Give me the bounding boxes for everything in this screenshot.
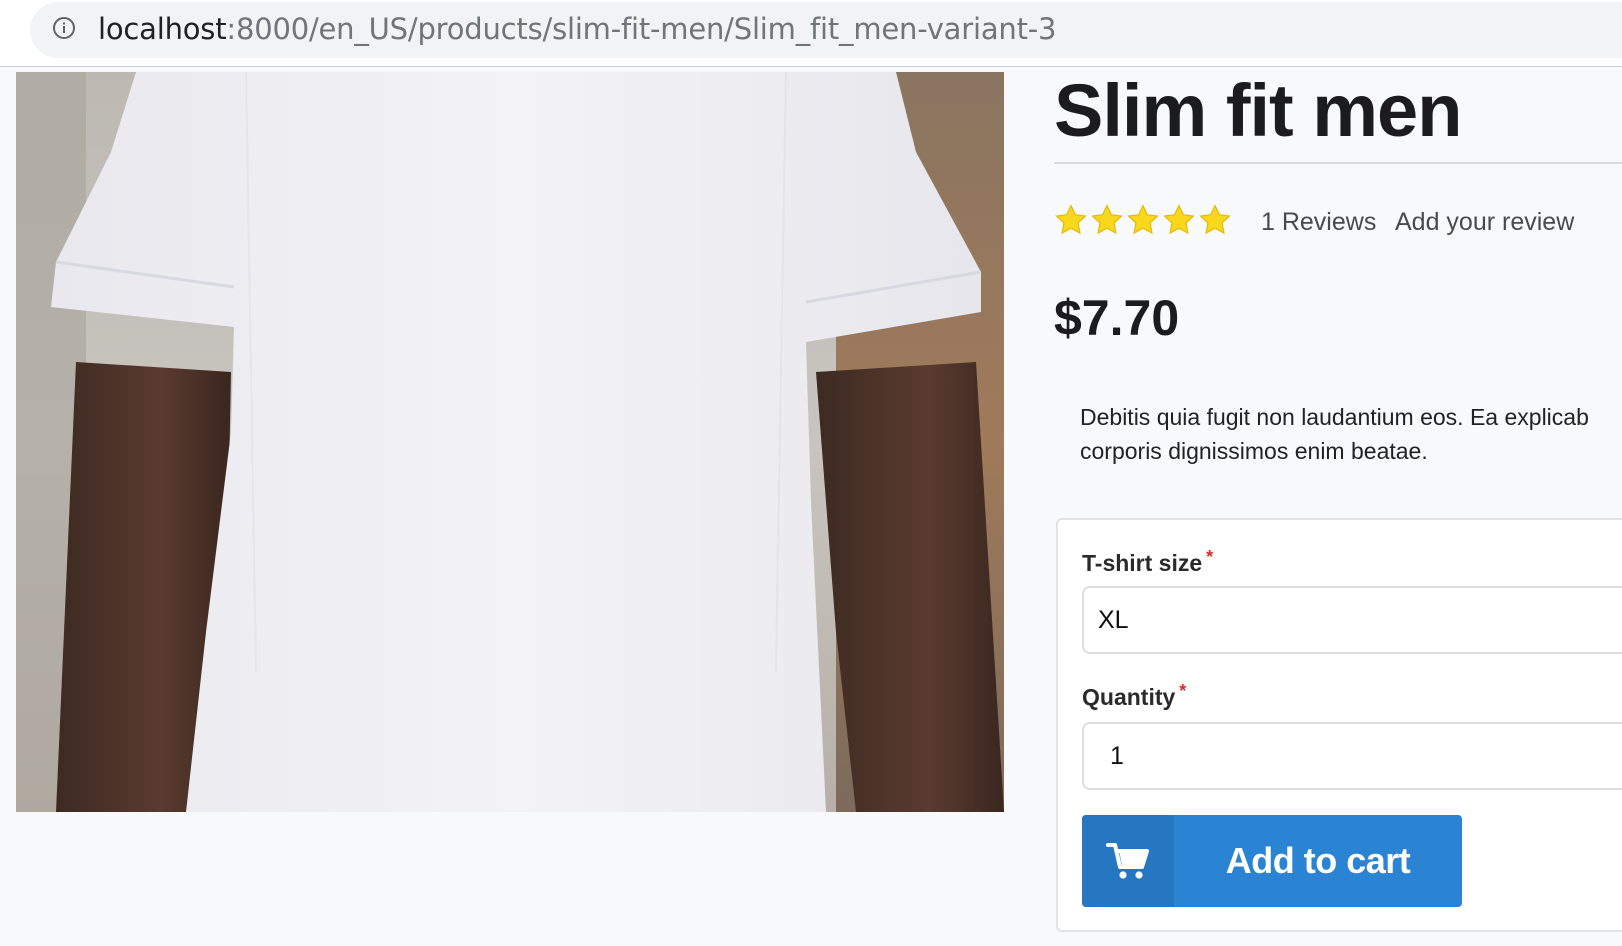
product-image xyxy=(16,72,1004,812)
cart-icon xyxy=(1106,843,1149,879)
add-to-cart-button[interactable]: Add to cart xyxy=(1082,815,1462,907)
quantity-label-text: Quantity xyxy=(1082,684,1176,710)
quantity-field[interactable] xyxy=(1082,722,1622,790)
add-to-cart-label: Add to cart xyxy=(1225,840,1411,881)
tshirt-photo-icon xyxy=(16,72,1004,812)
reviews-count-link[interactable]: 1 Reviews xyxy=(1261,206,1376,238)
info-icon[interactable] xyxy=(52,16,76,40)
product-title: Slim fit men xyxy=(1054,69,1462,152)
product-price: $7.70 xyxy=(1054,290,1180,346)
size-field[interactable] xyxy=(1082,586,1622,654)
size-label: T-shirt size * xyxy=(1082,547,1214,578)
product-description: Debitis quia fugit non laudantium eos. E… xyxy=(1080,400,1622,468)
description-line-1: Debitis quia fugit non laudantium eos. E… xyxy=(1080,404,1589,430)
add-review-link[interactable]: Add your review xyxy=(1395,206,1574,238)
quantity-label: Quantity * xyxy=(1082,681,1187,712)
description-line-2: corporis dignissimos enim beatae. xyxy=(1080,438,1428,464)
url-host: localhost xyxy=(98,12,227,46)
required-mark: * xyxy=(1179,681,1187,701)
rating-stars xyxy=(1054,203,1232,243)
url-text[interactable]: localhost:8000/en_US/products/slim-fit-m… xyxy=(98,12,1056,46)
url-path: :8000/en_US/products/slim-fit-men/Slim_f… xyxy=(226,12,1057,46)
cart-icon-box xyxy=(1082,815,1174,907)
star-icon xyxy=(1091,204,1123,235)
required-mark: * xyxy=(1206,547,1214,567)
star-icon xyxy=(1163,204,1195,235)
star-icon xyxy=(1055,204,1087,235)
title-divider xyxy=(1054,162,1622,164)
size-label-text: T-shirt size xyxy=(1082,550,1203,576)
star-icon xyxy=(1199,204,1231,235)
browser-toolbar: localhost:8000/en_US/products/slim-fit-m… xyxy=(0,0,1622,67)
star-icon xyxy=(1127,204,1159,235)
